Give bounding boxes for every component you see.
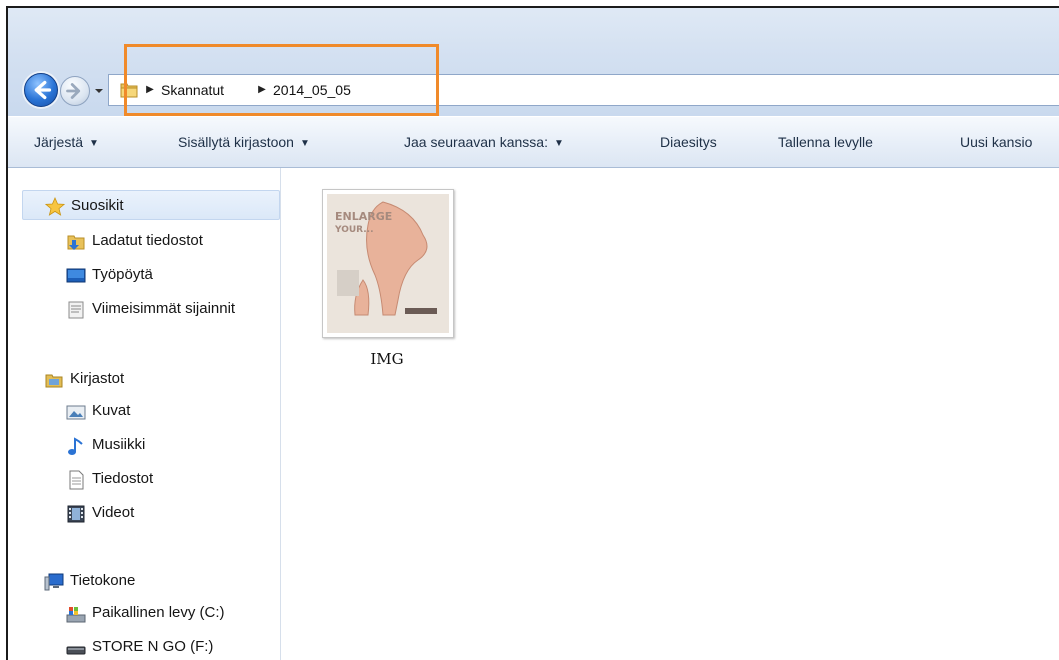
local-disk-icon: [66, 607, 86, 623]
share-with-menu[interactable]: Jaa seuraavan kanssa: ▼: [404, 134, 564, 150]
thumbnail-text-line-2: YOUR...: [334, 225, 374, 235]
slideshow-button[interactable]: Diaesitys: [660, 134, 717, 150]
sidebar-item-libraries[interactable]: Kirjastot: [44, 364, 280, 394]
sidebar-item-downloads[interactable]: Ladatut tiedostot: [66, 226, 280, 256]
downloads-folder-icon: [67, 235, 85, 250]
navigation-bar: ▶ Skannatut ▶ 2014_05_05: [8, 8, 1059, 116]
sidebar-label: Videot: [92, 504, 135, 521]
breadcrumb-separator-icon[interactable]: ▶: [257, 84, 267, 96]
image-thumbnail: ENLARGE YOUR...: [327, 194, 449, 333]
sidebar-item-videos[interactable]: Videot: [66, 498, 280, 528]
music-icon: [68, 437, 83, 455]
sidebar-label: Paikallinen levy (C:): [92, 604, 225, 621]
address-bar[interactable]: ▶ Skannatut ▶ 2014_05_05: [108, 74, 1059, 106]
sidebar-label: Tietokone: [70, 572, 136, 589]
caret-down-icon: ▼: [89, 138, 99, 149]
forward-button[interactable]: [60, 76, 90, 106]
sidebar-label: Ladatut tiedostot: [92, 232, 203, 249]
file-name[interactable]: IMG: [322, 350, 452, 368]
sidebar-label: Suosikit: [71, 197, 124, 214]
sidebar-item-documents[interactable]: Tiedostot: [66, 464, 280, 494]
libraries-icon: [45, 374, 63, 388]
documents-icon: [69, 470, 84, 490]
folder-icon: [120, 83, 138, 98]
arrow-left-icon: [34, 80, 52, 100]
videos-icon: [67, 505, 85, 523]
sidebar-item-recent-places[interactable]: Viimeisimmät sijainnit: [66, 294, 280, 324]
sidebar-label: Tiedostot: [92, 470, 154, 487]
back-button[interactable]: [24, 73, 58, 107]
sidebar-item-pictures[interactable]: Kuvat: [66, 396, 280, 426]
sidebar-label: Viimeisimmät sijainnit: [92, 300, 236, 317]
sidebar-label: STORE N GO (F:): [92, 638, 214, 655]
breadcrumb-separator-icon[interactable]: ▶: [145, 84, 155, 96]
removable-drive-icon: [66, 646, 86, 655]
include-in-library-label: Sisällytä kirjastoon: [178, 134, 294, 150]
caret-down-icon: ▼: [553, 138, 564, 149]
breadcrumb-2014-05-05[interactable]: 2014_05_05: [273, 82, 351, 98]
organize-menu[interactable]: Järjestä ▼: [34, 134, 99, 150]
arrow-right-icon: [66, 83, 81, 99]
new-folder-button[interactable]: Uusi kansio: [960, 134, 1032, 150]
sidebar-item-store-n-go-f[interactable]: STORE N GO (F:): [66, 632, 280, 660]
sidebar-item-computer[interactable]: Tietokone: [44, 566, 280, 596]
sidebar-item-local-disk-c[interactable]: Paikallinen levy (C:): [66, 598, 280, 628]
organize-label: Järjestä: [34, 134, 84, 150]
burn-button[interactable]: Tallenna levylle: [778, 134, 873, 150]
sidebar-label: Musiikki: [92, 436, 146, 453]
share-with-label: Jaa seuraavan kanssa:: [404, 134, 548, 150]
file-item-img[interactable]: ENLARGE YOUR...: [322, 189, 454, 338]
star-icon: [45, 197, 65, 216]
sidebar-item-desktop[interactable]: Työpöytä: [66, 260, 280, 290]
breadcrumb-skannatut[interactable]: Skannatut: [161, 82, 224, 98]
recent-places-icon: [68, 301, 84, 319]
include-in-library-menu[interactable]: Sisällytä kirjastoon ▼: [178, 134, 310, 150]
sidebar-label: Kirjastot: [70, 370, 125, 387]
command-bar: Järjestä ▼ Sisällytä kirjastoon ▼ Jaa seur…: [8, 116, 1059, 168]
recent-pages-dropdown[interactable]: [94, 86, 104, 96]
caret-down-icon: ▼: [299, 138, 310, 149]
sidebar-item-favorites[interactable]: Suosikit: [22, 190, 280, 220]
pictures-icon: [66, 405, 86, 420]
desktop-icon: [66, 268, 86, 283]
computer-icon: [44, 573, 64, 591]
thumbnail-text-line-1: ENLARGE: [335, 210, 392, 223]
navigation-pane: Suosikit Ladatut tiedostot Työpöytä Viim…: [8, 168, 281, 660]
sidebar-label: Kuvat: [92, 402, 131, 419]
sidebar-label: Työpöytä: [92, 266, 153, 283]
file-list: ENLARGE YOUR... IMG: [281, 168, 1059, 660]
sidebar-item-music[interactable]: Musiikki: [66, 430, 280, 460]
explorer-window: ▶ Skannatut ▶ 2014_05_05 Järjestä ▼ Sisäl…: [6, 6, 1059, 660]
